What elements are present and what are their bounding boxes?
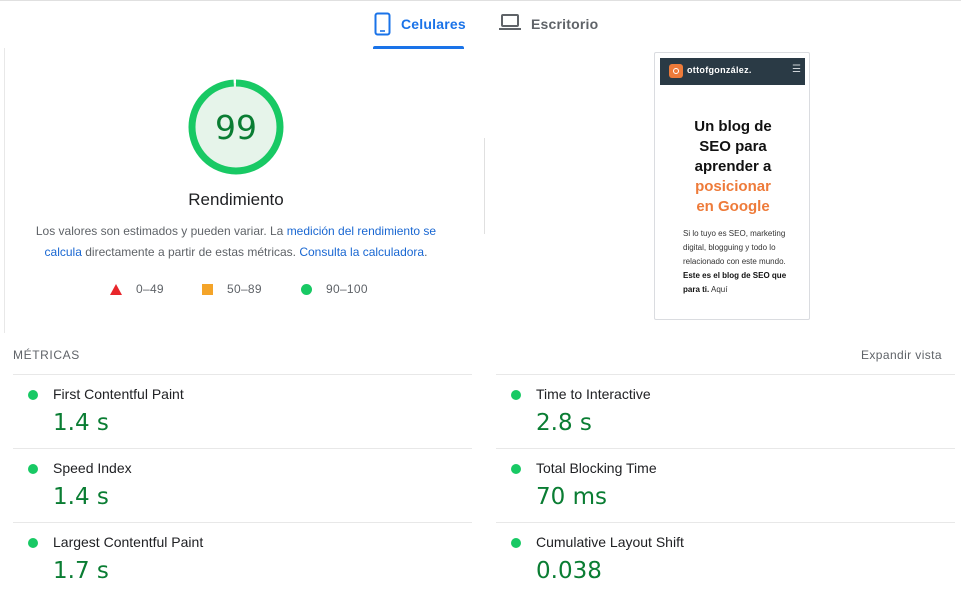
expand-view-button[interactable]: Expandir vista — [861, 348, 942, 362]
metric-row: Cumulative Layout Shift 0.038 — [496, 522, 955, 597]
screenshot-heading: Un blog de SEO para aprender a posiciona… — [665, 117, 801, 217]
legend-average: 50–89 — [202, 282, 262, 296]
metric-value: 0.038 — [536, 558, 602, 584]
metric-value: 1.4 s — [53, 484, 109, 510]
body-text: Si lo tuyo es SEO, marketing digital, bl… — [683, 229, 786, 266]
pass-dot-icon — [511, 538, 521, 548]
calculator-link[interactable]: Consulta la calculadora — [299, 245, 424, 259]
metric-name: First Contentful Paint — [53, 386, 184, 402]
tab-desktop-label: Escritorio — [531, 16, 599, 32]
pass-dot-icon — [28, 390, 38, 400]
center-divider — [484, 138, 485, 234]
metric-value: 1.7 s — [53, 558, 109, 584]
pass-dot-icon — [511, 464, 521, 474]
score-description: Los valores son estimados y pueden varia… — [30, 221, 442, 263]
legend-fail-label: 0–49 — [136, 282, 164, 296]
heading-line: SEO para — [699, 138, 767, 155]
top-divider — [0, 0, 961, 1]
screenshot-header: ottofgonzález. ☰ — [660, 58, 805, 85]
tab-desktop[interactable]: Escritorio — [499, 12, 598, 48]
brand-logo-icon — [669, 64, 683, 78]
screenshot-body: Si lo tuyo es SEO, marketing digital, bl… — [683, 227, 787, 297]
description-text: directamente a partir de estas métricas. — [81, 245, 300, 259]
metric-value: 2.8 s — [536, 410, 592, 436]
legend-average-label: 50–89 — [227, 282, 262, 296]
metric-value: 70 ms — [536, 484, 607, 510]
metrics-heading: MÉTRICAS — [13, 348, 80, 362]
active-tab-indicator — [373, 46, 464, 49]
page-screenshot: ottofgonzález. ☰ Un blog de SEO para apr… — [654, 52, 810, 320]
metric-row: Total Blocking Time 70 ms — [496, 448, 955, 523]
metric-row: Time to Interactive 2.8 s — [496, 374, 955, 449]
metric-name: Time to Interactive — [536, 386, 651, 402]
heading-line: aprender a — [694, 158, 772, 175]
description-text: . — [424, 245, 428, 259]
score-title: Rendimiento — [188, 190, 284, 209]
tab-mobile-label: Celulares — [401, 16, 466, 32]
legend-pass: 90–100 — [301, 282, 368, 296]
metric-row: Largest Contentful Paint 1.7 s — [13, 522, 472, 597]
pass-dot-icon — [28, 538, 38, 548]
body-text: Aquí — [709, 285, 728, 294]
triangle-icon — [110, 283, 122, 295]
heading-line: en Google — [696, 198, 770, 215]
body-bold-text: Este es el blog de SEO que para ti. — [683, 271, 787, 294]
description-text: Los valores son estimados y pueden varia… — [35, 224, 287, 238]
laptop-icon — [499, 12, 521, 32]
metric-value: 1.4 s — [53, 410, 109, 436]
heading-line: Un blog de — [694, 118, 772, 135]
legend-fail: 0–49 — [110, 282, 164, 296]
tab-mobile[interactable]: Celulares — [373, 12, 466, 49]
metric-name: Largest Contentful Paint — [53, 534, 204, 550]
heading-line: posicionar — [695, 178, 771, 195]
screenshot-brand: ottofgonzález. — [687, 65, 752, 75]
metric-name: Total Blocking Time — [536, 460, 657, 476]
pass-dot-icon — [28, 464, 38, 474]
circle-icon — [301, 283, 312, 295]
score-value: 99 — [215, 108, 257, 147]
smartphone-icon — [374, 12, 391, 36]
metric-name: Speed Index — [53, 460, 132, 476]
left-rule — [4, 48, 5, 333]
metric-row: Speed Index 1.4 s — [13, 448, 472, 523]
legend-pass-label: 90–100 — [326, 282, 368, 296]
metric-name: Cumulative Layout Shift — [536, 534, 684, 550]
metric-row: First Contentful Paint 1.4 s — [13, 374, 472, 449]
pass-dot-icon — [511, 390, 521, 400]
square-icon — [202, 283, 213, 295]
hamburger-menu-icon: ☰ — [792, 64, 801, 75]
